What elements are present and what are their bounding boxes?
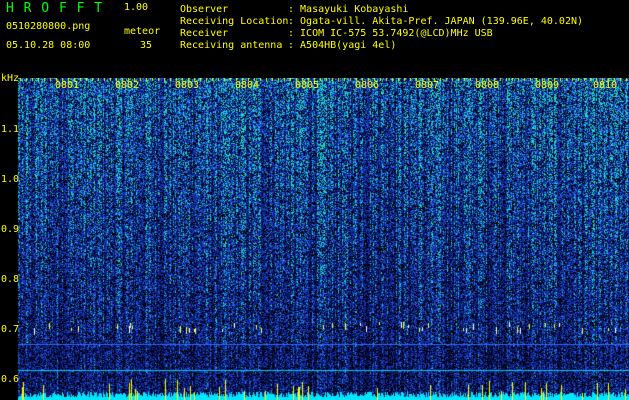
header-panel: H R O F F T 1.00 0510280800.png meteor 0… — [0, 0, 629, 78]
y-axis-unit: kHz — [1, 73, 20, 84]
x-tick-label: 0807 — [415, 80, 440, 91]
x-tick-label: 0806 — [355, 80, 380, 91]
receiver-value: : ICOM IC-575 53.7492(@LCD)MHz USB — [288, 28, 493, 39]
observer-label: Observer — [180, 4, 229, 15]
antenna-label: Receiving antenna — [180, 40, 283, 51]
spectrogram-canvas — [0, 78, 629, 400]
x-tick-label: 0801 — [55, 80, 80, 91]
y-tick-label: 0.7 — [1, 324, 20, 335]
app-version: 1.00 — [124, 2, 149, 13]
observer-value: : Masayuki Kobayashi — [288, 4, 409, 15]
y-tick-label: 0.6 — [1, 374, 20, 385]
y-tick-label: 1.1 — [1, 124, 20, 135]
y-tick-label: 0.8 — [1, 274, 20, 285]
antenna-value: : A504HB(yagi 4el) — [288, 40, 397, 51]
x-tick-label: 0803 — [175, 80, 200, 91]
x-tick-label: 0805 — [295, 80, 320, 91]
x-tick-label: 0810 — [593, 80, 618, 91]
meteor-count: 35 — [140, 40, 153, 51]
meteor-label: meteor — [124, 26, 161, 37]
x-tick-label: 0804 — [235, 80, 260, 91]
x-tick-label: 0808 — [475, 80, 500, 91]
x-tick-label: 0802 — [115, 80, 140, 91]
x-tick-label: 0809 — [535, 80, 560, 91]
location-value: : Ogata-vill. Akita-Pref. JAPAN (139.96E… — [288, 16, 584, 27]
receiver-label: Receiver — [180, 28, 229, 39]
location-label: Receiving Location — [180, 16, 289, 27]
y-tick-label: 1.0 — [1, 174, 20, 185]
app-title: H R O F F T — [6, 1, 104, 16]
datetime: 05.10.28 08:00 — [6, 40, 91, 51]
y-tick-label: 0.9 — [1, 224, 20, 235]
filename: 0510280800.png — [6, 21, 91, 32]
